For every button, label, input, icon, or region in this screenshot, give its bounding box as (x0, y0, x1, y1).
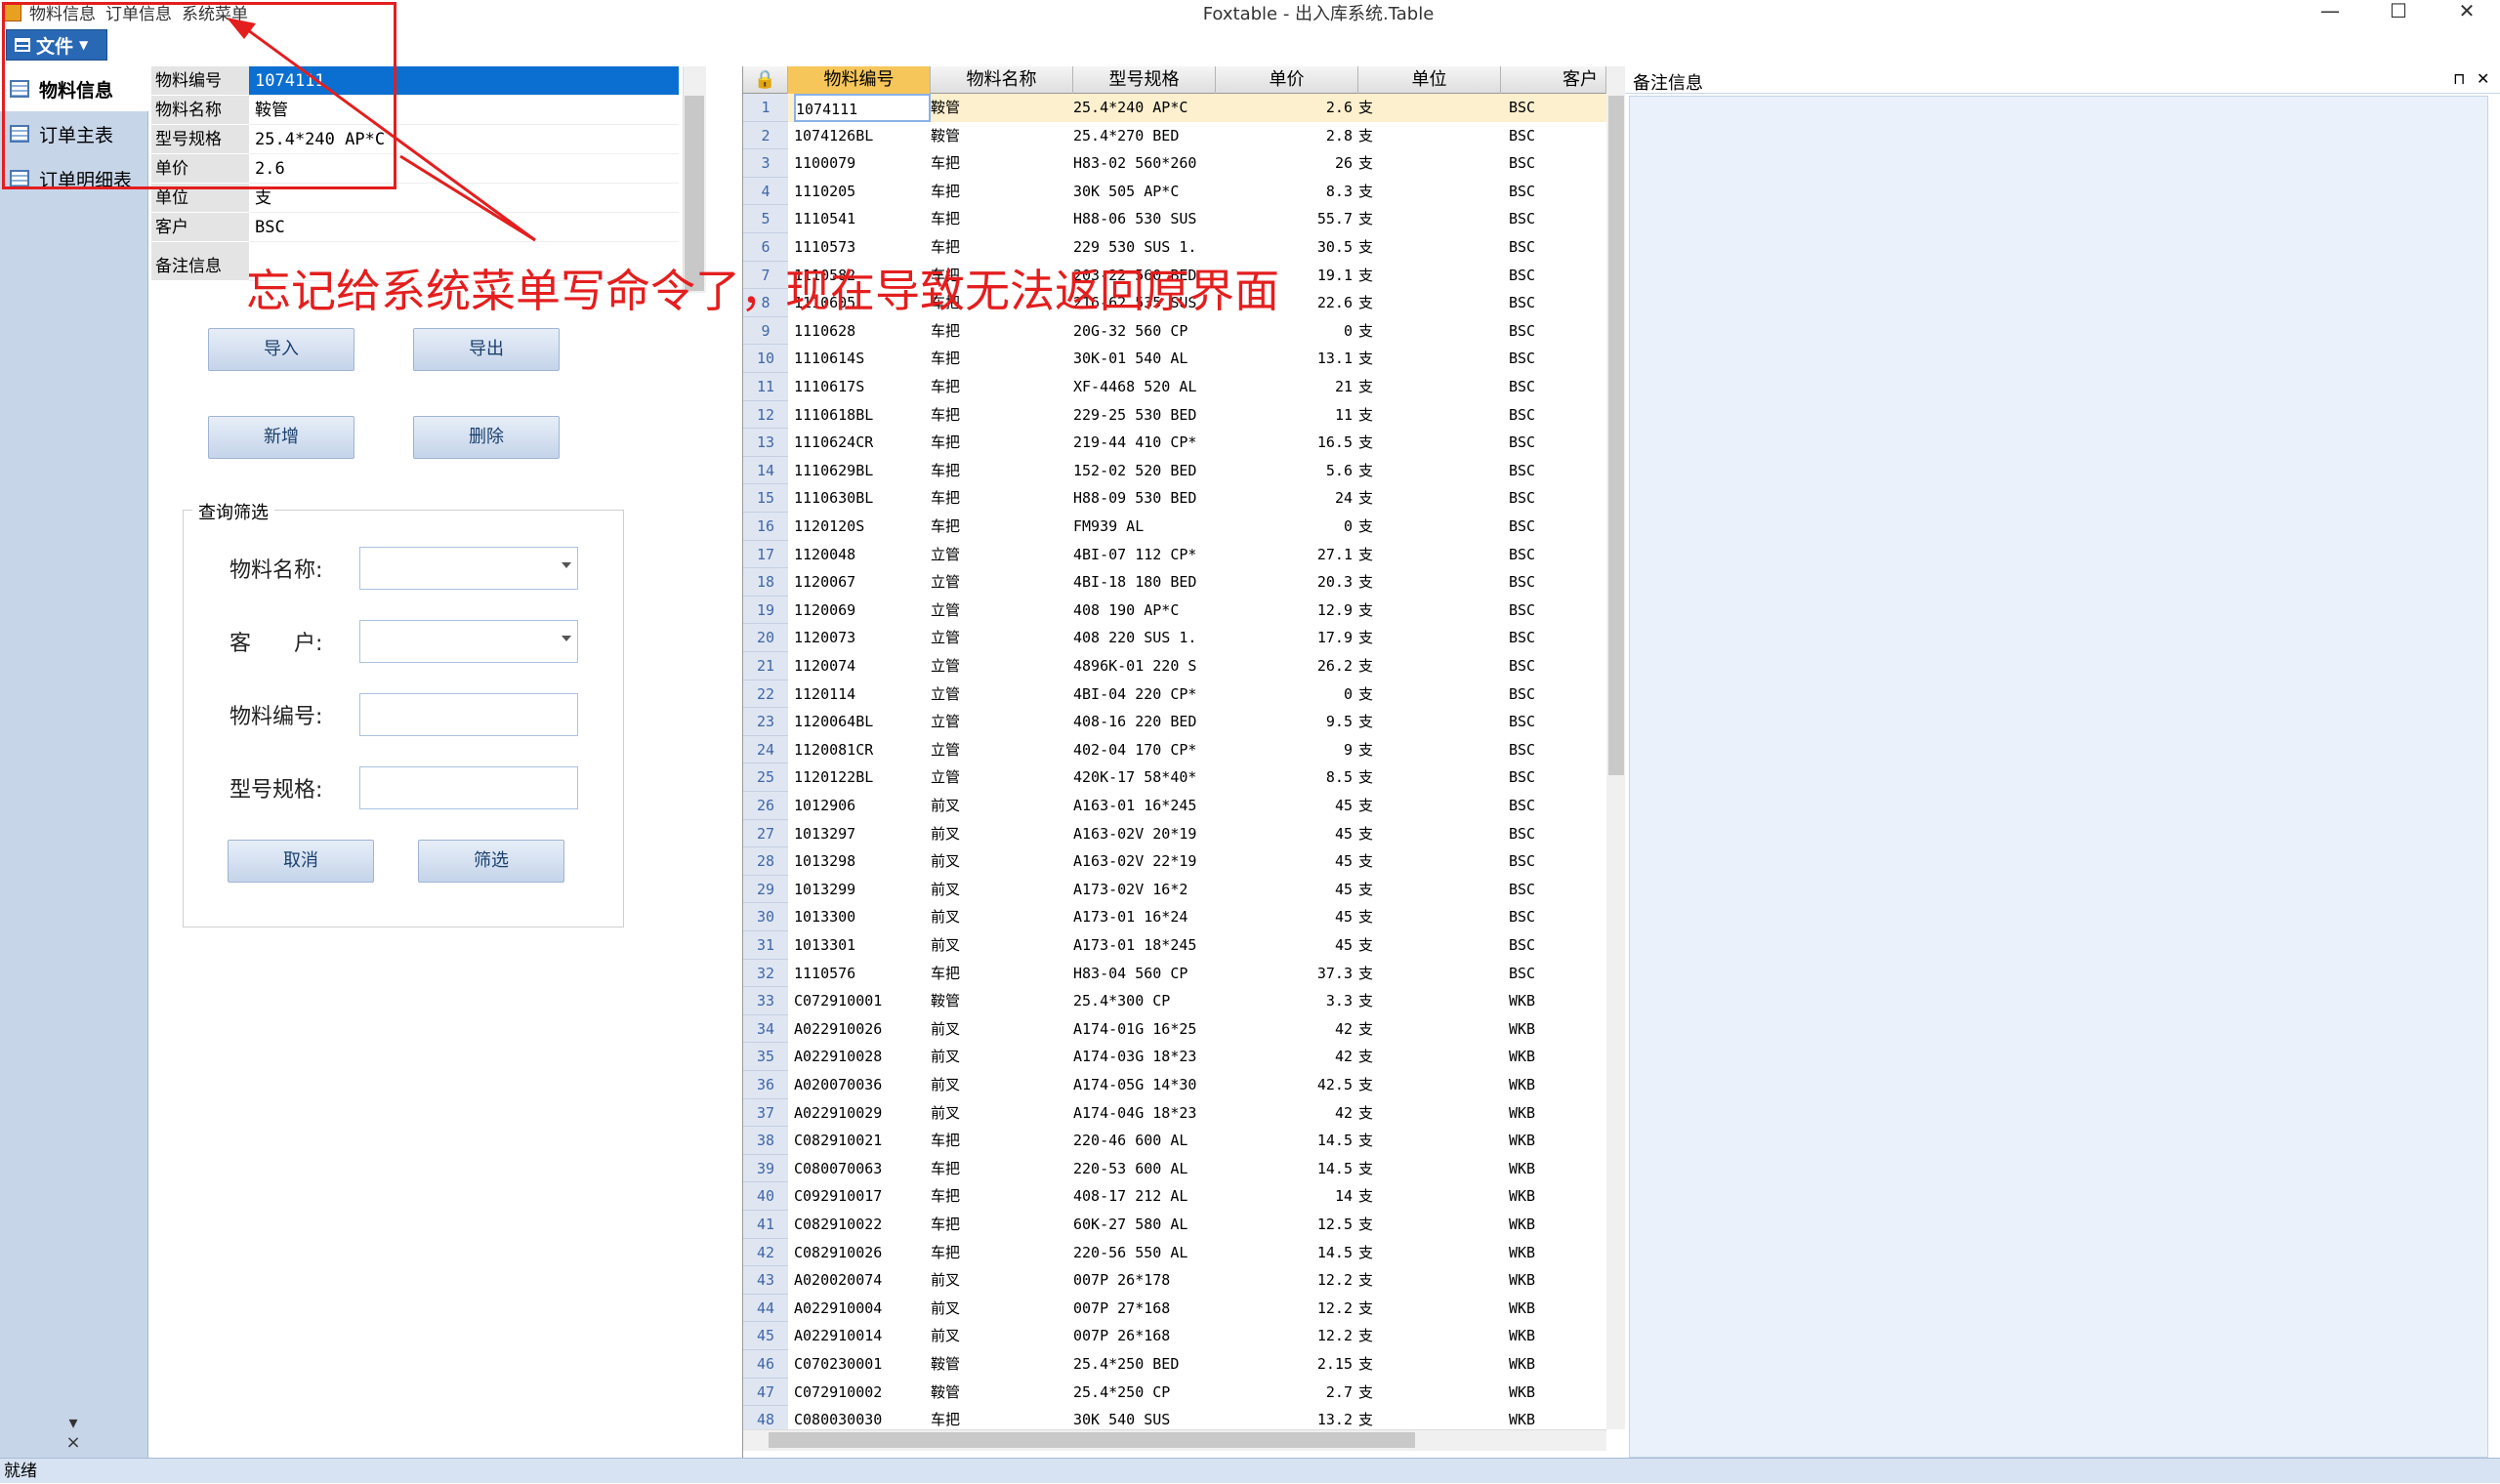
arrow-head-icon (227, 18, 256, 39)
annotation-arrow-line (399, 154, 536, 242)
annotation-arrows (227, 18, 536, 242)
annotation-arrow-line (243, 25, 536, 242)
annotation-note: 忘记给系统菜单写命令了，现在导致无法返回原界面 (246, 265, 1279, 317)
